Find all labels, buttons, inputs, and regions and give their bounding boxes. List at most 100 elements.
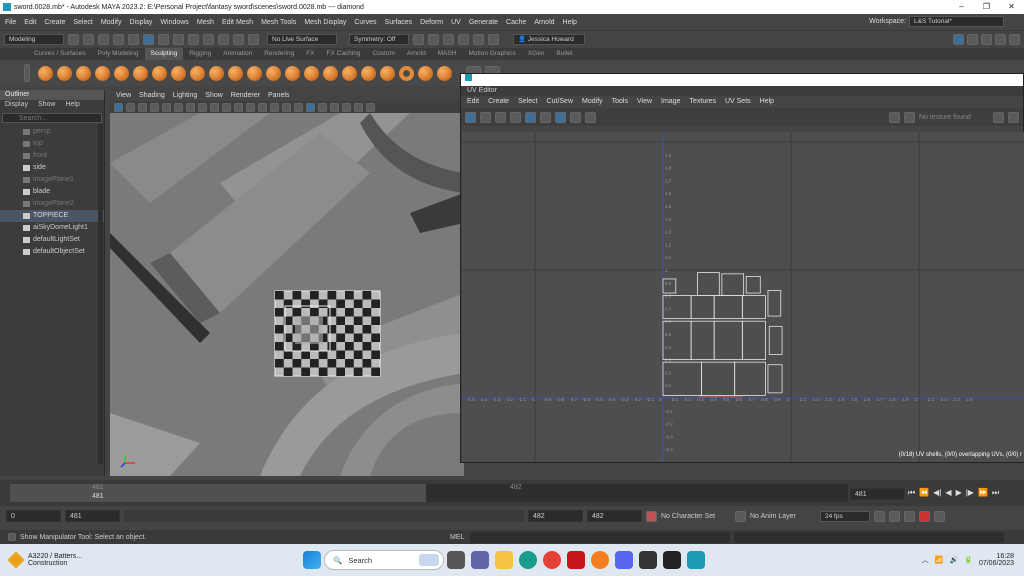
grease-pencil-icon[interactable]: [174, 102, 183, 112]
user-account-dropdown[interactable]: 👤 Jessica Howard: [513, 34, 585, 45]
menu-uv[interactable]: UV: [451, 19, 461, 26]
taskbar-search[interactable]: 🔍 Search: [324, 550, 444, 570]
undo-icon[interactable]: [113, 34, 124, 45]
shelf-tab-arnold[interactable]: Arnold: [401, 48, 432, 60]
menu-arnold[interactable]: Arnold: [534, 19, 554, 26]
play-backwards-icon[interactable]: ◀: [945, 488, 951, 498]
shelf-tab-animation[interactable]: Animation: [217, 48, 258, 60]
uv-menu-textures[interactable]: Textures: [690, 96, 716, 108]
2d-pan-zoom-icon[interactable]: [162, 102, 171, 112]
wifi-icon[interactable]: 📶: [935, 556, 944, 564]
shelf-settings-icon[interactable]: [24, 64, 30, 82]
shelf-tab-custom[interactable]: Custom: [366, 48, 400, 60]
battery-widget[interactable]: A3220 / Batters... Construction: [0, 551, 300, 569]
image-plane-icon[interactable]: [150, 102, 159, 112]
select-hierarchy-icon[interactable]: [143, 34, 154, 45]
anim-layer-dropdown[interactable]: No Anim Layer: [750, 513, 816, 520]
outliner-item[interactable]: TOPPIECE: [0, 210, 104, 222]
uv-select-icon[interactable]: [465, 111, 476, 123]
shelf-tab-poly-modeling[interactable]: Poly Modeling: [92, 48, 145, 60]
shelf-tab-rendering[interactable]: Rendering: [258, 48, 300, 60]
symmetry-dropdown[interactable]: Symmetry: Off: [349, 34, 409, 45]
fps-dropdown[interactable]: 24 fps: [820, 510, 870, 522]
bulge-tool-icon[interactable]: [323, 65, 338, 81]
menu-edit[interactable]: Edit: [24, 19, 36, 26]
channel-box-icon[interactable]: [1009, 34, 1020, 45]
lights-icon[interactable]: [318, 102, 327, 112]
menu-curves[interactable]: Curves: [354, 19, 376, 26]
animation-start-field[interactable]: 0: [6, 510, 61, 522]
step-back-key-icon[interactable]: ⏪: [919, 488, 929, 498]
render-icon[interactable]: [413, 34, 424, 45]
outliner-scrollbar[interactable]: [98, 124, 103, 464]
imprint-tool-icon[interactable]: [209, 65, 224, 81]
discord-icon[interactable]: [615, 551, 633, 569]
maya-taskbar-icon[interactable]: [687, 551, 705, 569]
shelf-tab-mash[interactable]: MASH: [432, 48, 463, 60]
blender-icon[interactable]: [639, 551, 657, 569]
viewport-menu-lighting[interactable]: Lighting: [173, 90, 198, 101]
firefox-icon[interactable]: [591, 551, 609, 569]
menu-cache[interactable]: Cache: [506, 19, 526, 26]
shelf-tab-curves-surfaces[interactable]: Curves / Surfaces: [28, 48, 92, 60]
viewport-menu-shading[interactable]: Shading: [139, 90, 165, 101]
menu-create[interactable]: Create: [44, 19, 65, 26]
uv-menu-cut-sew[interactable]: Cut/Sew: [547, 96, 573, 108]
uv-menu-select[interactable]: Select: [518, 96, 537, 108]
field-chart-icon[interactable]: [234, 102, 243, 112]
outliner-item[interactable]: imagePlane1: [0, 174, 104, 186]
chrome-icon[interactable]: [543, 551, 561, 569]
uv-menu-image[interactable]: Image: [661, 96, 680, 108]
ipr-render-icon[interactable]: [428, 34, 439, 45]
smear-tool-icon[interactable]: [304, 65, 319, 81]
shelf-tab-bullet[interactable]: Bullet: [550, 48, 578, 60]
foamy-tool-icon[interactable]: [152, 65, 167, 81]
uv-menu-help[interactable]: Help: [760, 96, 774, 108]
pinch-tool-icon[interactable]: [114, 65, 129, 81]
outliner-item[interactable]: imagePlane2: [0, 198, 104, 210]
menu-select[interactable]: Select: [73, 19, 92, 26]
pause-icon[interactable]: [488, 34, 499, 45]
uv-menu-modify[interactable]: Modify: [582, 96, 603, 108]
character-controls-icon[interactable]: [967, 34, 978, 45]
uv-checker-icon[interactable]: [495, 111, 506, 123]
viewport-menu-panels[interactable]: Panels: [268, 90, 289, 101]
viewport-menu-view[interactable]: View: [116, 90, 131, 101]
shadows-icon[interactable]: [330, 102, 339, 112]
wax-tool-icon[interactable]: [228, 65, 243, 81]
uv-snapshot-icon[interactable]: [585, 111, 596, 123]
outliner-item[interactable]: defaultLightSet: [0, 234, 104, 246]
snap-view-icon[interactable]: [233, 34, 244, 45]
play-forwards-icon[interactable]: ▶: [956, 488, 962, 498]
volume-icon[interactable]: 🔊: [950, 556, 959, 564]
character-set-dropdown[interactable]: No Character Set: [661, 513, 731, 520]
mel-label[interactable]: MEL: [450, 534, 470, 541]
restore-button[interactable]: ❐: [974, 0, 999, 14]
film-gate-icon[interactable]: [198, 102, 207, 112]
uv-canvas[interactable]: -1.6-1.5-1.4-1.3-1.2-1.1-1-0.9-0.8-0.7-0…: [462, 132, 1024, 462]
uv-display-icon[interactable]: [540, 111, 551, 123]
shelf-tab-sculpting[interactable]: Sculpting: [144, 48, 184, 60]
preferences-icon[interactable]: [919, 510, 930, 522]
battery-icon[interactable]: 🔋: [964, 556, 973, 564]
edge-icon[interactable]: [519, 551, 537, 569]
auto-key-icon[interactable]: [646, 510, 657, 522]
uv-exposure-icon[interactable]: [993, 111, 1004, 123]
xray-icon[interactable]: [366, 102, 375, 112]
command-line-input[interactable]: [470, 531, 730, 543]
tool-settings-icon[interactable]: [995, 34, 1006, 45]
smooth-tool-icon[interactable]: [57, 65, 72, 81]
sound-icon[interactable]: [889, 510, 900, 522]
shelf-tab-motion-graphics[interactable]: Motion Graphics: [462, 48, 521, 60]
new-scene-icon[interactable]: [68, 34, 79, 45]
outliner-item[interactable]: blade: [0, 186, 104, 198]
shelf-tab-fx[interactable]: FX: [300, 48, 320, 60]
attribute-editor-icon[interactable]: [981, 34, 992, 45]
menu-mesh[interactable]: Mesh: [197, 19, 214, 26]
uv-grid-icon[interactable]: [525, 111, 536, 123]
uv-filter-icon[interactable]: [510, 111, 521, 123]
menu-help[interactable]: Help: [563, 19, 577, 26]
start-icon[interactable]: [303, 551, 321, 569]
step-back-frame-icon[interactable]: ◀|: [933, 488, 941, 498]
ambient-occlusion-icon[interactable]: [342, 102, 351, 112]
